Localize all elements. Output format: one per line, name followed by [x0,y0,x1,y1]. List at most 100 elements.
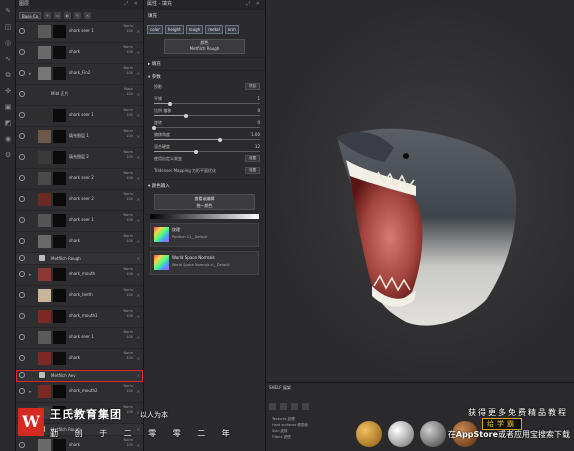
delete-icon[interactable]: ✕ [137,155,140,160]
triplanar-button[interactable]: 设置 [245,167,260,174]
delete-icon[interactable]: ✕ [137,71,140,76]
slider-handle[interactable] [152,125,156,130]
layer-blend[interactable]: Norm 100 [123,438,133,448]
layer-blend[interactable]: Norm 100 [123,129,133,139]
layer-row[interactable]: Mild 正片 Mask 100 ✕ [16,85,143,106]
channel-chip[interactable]: color [147,25,163,34]
param-slider[interactable] [154,137,260,142]
mask-thumbnail[interactable] [53,67,66,80]
slider-handle[interactable] [183,113,188,118]
layer-row[interactable]: shark Norm 100 ✕ [16,349,143,370]
delete-icon[interactable]: ✕ [137,427,140,432]
delete-icon[interactable]: ✕ [137,92,140,97]
clone-icon[interactable]: ⧉ [3,70,13,80]
mask-thumbnail[interactable] [53,172,66,185]
layer-row[interactable]: shark seer 1 Norm 100 ✕ [16,211,143,232]
visibility-icon[interactable] [19,91,25,97]
visibility-icon[interactable] [19,70,25,76]
custom-gradient-button[interactable]: 设置 [245,155,260,162]
layer-row[interactable]: ▸ shark_Fin2 Norm 100 ✕ [16,64,143,85]
delete-icon[interactable]: ✕ [137,314,140,319]
layer-row[interactable]: shark_mouth1 Norm 100 ✕ [16,307,143,328]
layer-row[interactable]: shark Norm 100 ✕ [16,43,143,64]
layer-row[interactable]: shark Norm 100 ✕ [16,232,143,253]
folder-toggle-icon[interactable]: ▸ [29,389,32,395]
layer-blend[interactable]: Norm 100 [123,108,133,118]
delete-icon[interactable]: ✕ [137,113,140,118]
visibility-icon[interactable] [19,175,25,181]
mask-thumbnail[interactable] [53,331,66,344]
visibility-icon[interactable] [19,238,25,244]
mask-thumbnail[interactable] [53,289,66,302]
effect-row[interactable]: Metfilch Rough ✕ [16,424,143,436]
layer-row[interactable]: ▸ shark_mouth Norm 100 ✕ [16,265,143,286]
visibility-icon[interactable] [19,28,25,34]
param-slider[interactable] [154,113,260,118]
visibility-icon[interactable] [19,217,25,223]
param-slider[interactable] [154,149,260,154]
texture-map-slot[interactable]: 纹理 Position 11__Default [150,223,259,247]
visibility-icon[interactable] [19,442,25,448]
visibility-icon[interactable] [19,255,25,261]
delete-icon[interactable]: ✕ [137,443,140,448]
delete-icon[interactable]: ✕ [137,356,140,361]
channel-select[interactable]: Base Co [19,11,41,19]
fill-icon[interactable]: ◩ [3,118,13,128]
material-copper[interactable] [452,421,478,447]
section-fill[interactable]: ▸ 填充 [144,57,265,70]
mask-thumbnail[interactable] [53,25,66,38]
layer-row[interactable]: shark seer 2 Norm 100 ✕ [16,169,143,190]
param-value[interactable]: 12 [255,144,260,149]
uniform-color-button[interactable]: 查看或编辑 统一颜色 [154,194,255,210]
add-layer-icon[interactable]: + [44,11,51,19]
visibility-icon[interactable] [19,388,25,394]
delete-icon[interactable]: ✕ [137,256,140,261]
param-value[interactable]: 1.00 [251,132,260,137]
channel-chip[interactable]: metal [205,25,223,34]
delete-icon[interactable]: ✕ [137,50,140,55]
effect-enable-checkbox[interactable] [39,255,45,261]
mask-thumbnail[interactable] [53,46,66,59]
delete-icon[interactable]: ✕ [137,218,140,223]
visibility-icon[interactable] [19,112,25,118]
material-gold[interactable] [356,421,382,447]
layer-row[interactable]: shark_teeth Norm 100 ✕ [16,286,143,307]
visibility-icon[interactable] [19,334,25,340]
mask-thumbnail[interactable] [53,151,66,164]
projection-icon[interactable]: ◎ [3,38,13,48]
delete-icon[interactable]: ✕ [137,389,140,394]
material-chrome[interactable] [420,421,446,447]
panel-controls-icon[interactable]: ⤢ ✕ [124,0,140,9]
layer-row[interactable]: shark seer 1 Norm 100 ✕ [16,106,143,127]
projection-select[interactable]: 项目 [245,83,260,90]
visibility-icon[interactable] [19,355,25,361]
layer-row[interactable]: shark seer 1 Norm 100 ✕ [16,22,143,43]
layer-blend[interactable]: Norm 100 [123,192,133,202]
layer-blend[interactable]: Mask 100 [124,87,133,97]
param-slider[interactable] [152,125,260,130]
material-box[interactable]: 颜色 Metfilch Rough [164,39,245,54]
param-value[interactable]: 0 [257,108,260,113]
layer-blend[interactable]: Norm 100 [123,309,133,319]
gradient-bar[interactable] [150,214,259,219]
folder-toggle-icon[interactable]: ▸ [29,272,32,278]
normal-map-slot[interactable]: World Space Normals World Space Normals … [150,251,259,275]
slider-handle[interactable] [217,137,222,142]
delete-icon[interactable]: ✕ [137,134,140,139]
import-icon[interactable] [302,403,309,410]
delete-icon[interactable]: ✕ [137,335,140,340]
channel-chip[interactable]: nrm [224,25,239,34]
mask-thumbnail[interactable] [53,109,66,122]
delete-icon[interactable]: ✕ [137,239,140,244]
mask-thumbnail[interactable] [53,193,66,206]
param-value[interactable]: 1 [257,96,260,101]
visibility-icon[interactable] [19,133,25,139]
layer-blend[interactable]: Norm 100 [123,234,133,244]
layer-blend[interactable]: Norm 100 [123,171,133,181]
layer-blend[interactable]: Norm 100 [123,45,133,55]
shelf-category[interactable]: Filters 滤镜 [272,434,308,440]
mask-thumbnail[interactable] [53,352,66,365]
channel-chip[interactable]: height [164,25,184,34]
picker-icon[interactable]: ✜ [3,86,13,96]
param-value[interactable]: 0 [257,120,260,125]
